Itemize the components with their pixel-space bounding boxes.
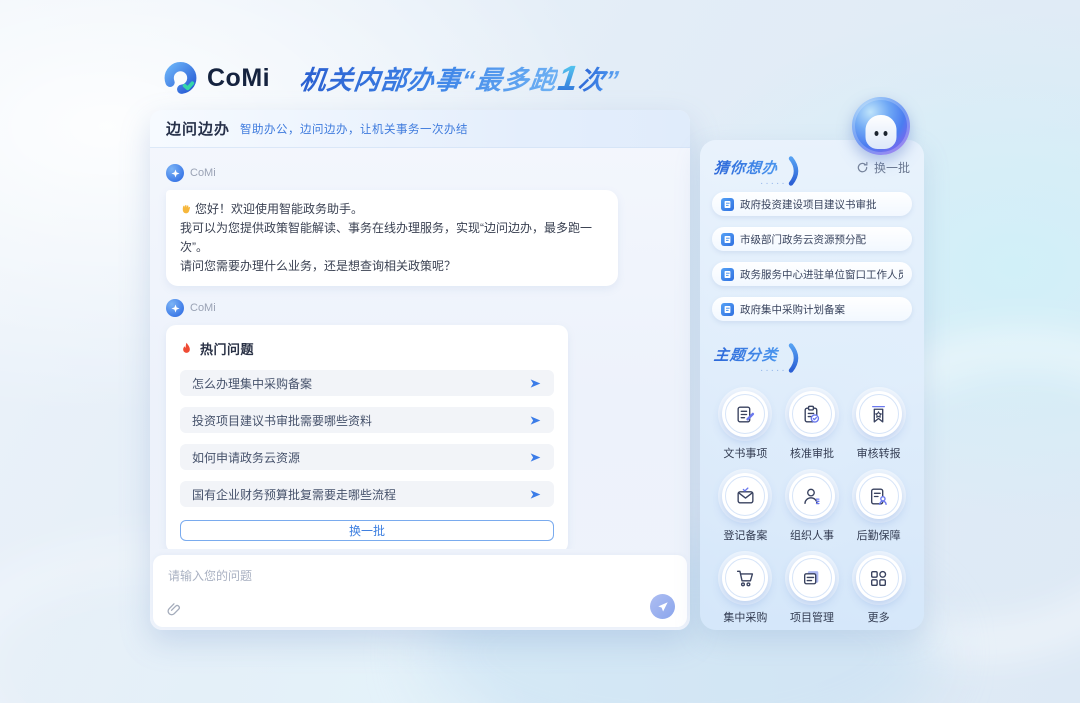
guess-section-header: 猜你想办 换一批: [712, 156, 912, 192]
doc-badge-icon: [721, 303, 734, 316]
welcome-line: 您好！欢迎使用智能政务助手。: [195, 202, 363, 216]
clipboard-check-icon: [789, 391, 835, 437]
chat-panel: 边问边办 智助办公，边问边办，让机关事务一次办结 CoMi 您好！欢迎使用智能政…: [150, 110, 690, 630]
doc-person-icon: [856, 473, 902, 519]
topic-item-registration[interactable]: 登记备案: [712, 473, 778, 543]
welcome-line: 我可以为您提供政策智能解读、事务在线办理服务，实现“边问边办，最多跑一次”。: [180, 219, 604, 257]
topic-item-logistics[interactable]: 后勤保障: [846, 473, 912, 543]
arrow-right-icon: [529, 451, 542, 464]
topic-item-review[interactable]: 审核转报: [846, 391, 912, 461]
guess-refresh-button[interactable]: 换一批: [856, 159, 910, 176]
flame-icon: [180, 342, 193, 355]
welcome-message-bubble: 您好！欢迎使用智能政务助手。 我可以为您提供政策智能解读、事务在线办理服务，实现…: [166, 190, 618, 286]
mascot-avatar[interactable]: [852, 97, 910, 155]
hot-question-item[interactable]: 怎么办理集中采购备案: [180, 370, 554, 396]
topic-item-docs[interactable]: 文书事项: [712, 391, 778, 461]
doc-badge-icon: [721, 198, 734, 211]
envelope-check-icon: [722, 473, 768, 519]
chat-header: 边问边办 智助办公，边问边办，让机关事务一次办结: [150, 110, 690, 148]
bot-sparkle-icon: [166, 299, 184, 317]
arc-decoration: [788, 156, 803, 186]
topic-item-personnel[interactable]: 组织人事: [779, 473, 845, 543]
question-input[interactable]: [168, 569, 588, 583]
comi-logo-icon: [162, 60, 199, 97]
grid-more-icon: [856, 555, 902, 601]
paperclip-icon[interactable]: [167, 602, 183, 618]
send-button[interactable]: [650, 594, 675, 619]
arc-decoration: [788, 343, 803, 373]
arrow-right-icon: [529, 377, 542, 390]
bot-label-row: CoMi: [166, 164, 674, 182]
guess-list-item[interactable]: 政府集中采购计划备案: [712, 297, 912, 321]
cards-icon: [789, 555, 835, 601]
app-window: CoMi 机关内部办事“最多跑 1 次” 边问边办 智助办公，边问边办，让机关事…: [0, 0, 1080, 703]
chat-input-area: [153, 555, 687, 627]
brand-header: CoMi 机关内部办事“最多跑 1 次”: [162, 57, 620, 99]
topic-item-approval[interactable]: 核准审批: [779, 391, 845, 461]
guess-list-item[interactable]: 市级部门政务云资源预分配: [712, 227, 912, 251]
hot-question-item[interactable]: 投资项目建议书审批需要哪些资料: [180, 407, 554, 433]
hot-questions-title: 热门问题: [200, 339, 254, 358]
page-title: 机关内部办事“最多跑 1 次”: [298, 60, 622, 97]
hot-refresh-button[interactable]: 换一批: [180, 520, 554, 541]
doc-badge-icon: [721, 233, 734, 246]
hot-questions-header: 热门问题: [180, 339, 554, 358]
hot-question-item[interactable]: 如何申请政务云资源: [180, 444, 554, 470]
topic-item-projects[interactable]: 项目管理: [779, 555, 845, 625]
guess-list-item[interactable]: 政府投资建设项目建议书审批: [712, 192, 912, 216]
wave-hand-icon: [180, 202, 193, 215]
hot-question-item[interactable]: 国有企业财务预算批复需要走哪些流程: [180, 481, 554, 507]
dots-decoration: [760, 360, 787, 378]
person-icon: [789, 473, 835, 519]
refresh-icon: [856, 161, 869, 174]
bot-label-row: CoMi: [166, 299, 674, 317]
cart-icon: [722, 555, 768, 601]
chat-header-subtitle: 智助办公，边问边办，让机关事务一次办结: [240, 121, 468, 137]
arrow-right-icon: [529, 488, 542, 501]
doc-edit-icon: [722, 391, 768, 437]
welcome-line: 请问您需要办理什么业务，还是想查询相关政策呢？: [180, 257, 604, 276]
octopus-face: [866, 115, 897, 149]
bot-name: CoMi: [190, 302, 216, 314]
topics-grid: 文书事项 核准审批 审核转报 登记备案: [712, 391, 912, 625]
topics-section-header: 主题分类: [712, 343, 912, 379]
chat-body: CoMi 您好！欢迎使用智能政务助手。 我可以为您提供政策智能解读、事务在线办理…: [150, 148, 690, 549]
logo-text: CoMi: [207, 64, 270, 93]
topic-item-more[interactable]: 更多: [846, 555, 912, 625]
arrow-right-icon: [529, 414, 542, 427]
doc-badge-icon: [721, 268, 734, 281]
guess-list-item[interactable]: 政务服务中心进驻单位窗口工作人员调整: [712, 262, 912, 286]
bot-name: CoMi: [190, 167, 216, 179]
dots-decoration: [760, 173, 787, 191]
hot-questions-card: 热门问题 怎么办理集中采购备案 投资项目建议书审批需要哪些资料 如何申请政务云资…: [166, 325, 568, 549]
bot-sparkle-icon: [166, 164, 184, 182]
topic-item-procurement[interactable]: 集中采购: [712, 555, 778, 625]
bookmark-star-icon: [856, 391, 902, 437]
chat-header-title: 边问边办: [166, 118, 230, 139]
sidebar: 猜你想办 换一批 政府投资建设项目建议书审批 市级部门政务云资源预分配: [700, 140, 924, 630]
